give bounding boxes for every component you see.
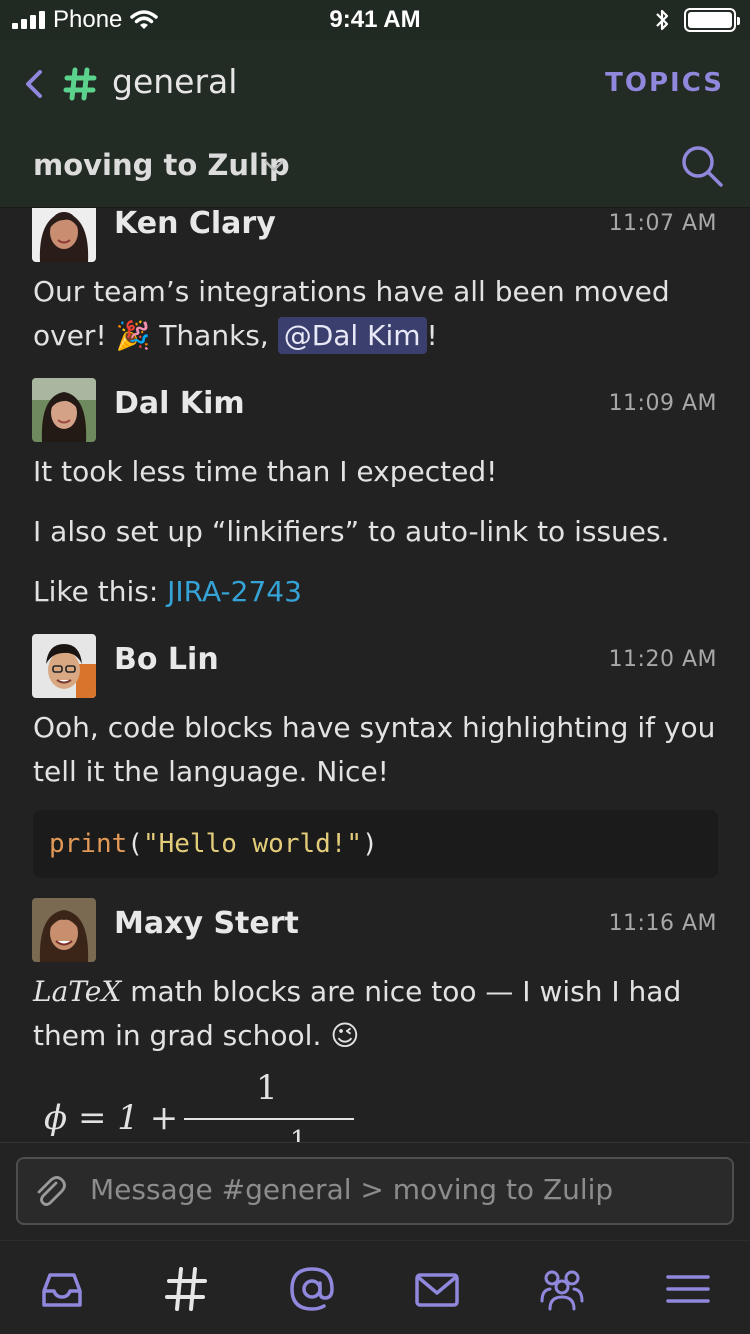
message-text: Ooh, code blocks have syntax highlightin… — [33, 711, 716, 788]
math-denominator: 1 — [290, 1126, 307, 1142]
message-time: 11:07 AM — [608, 211, 717, 236]
compose-input[interactable]: Message #general > moving to Zulip — [90, 1173, 613, 1206]
inbox-icon[interactable] — [36, 1263, 88, 1315]
message-text-segment: math blocks are nice too — I wish I had … — [33, 975, 682, 1052]
avatar[interactable] — [32, 898, 96, 962]
sender-name[interactable]: Maxy Stert — [114, 906, 299, 941]
latex-word: LaTeX — [33, 975, 122, 1008]
math-numerator: 1 — [256, 1068, 278, 1108]
chevron-down-icon[interactable] — [262, 154, 286, 178]
message-time: 11:20 AM — [608, 647, 717, 672]
battery-icon — [684, 8, 740, 32]
channel-hash-icon — [63, 67, 97, 101]
channel-row: general TOPICS — [0, 58, 750, 108]
message-text: LaTeX math blocks are nice too — I wish … — [33, 970, 723, 1058]
status-bar: Phone 9:41 AM — [0, 0, 750, 40]
compose-area: Message #general > moving to Zulip — [0, 1142, 750, 1240]
message-time: 11:09 AM — [608, 391, 717, 416]
code-block: print("Hello world!") — [33, 810, 718, 878]
message-text-segment: Like this: — [33, 575, 168, 608]
message-text: I also set up “linkifiers” to auto-link … — [33, 515, 670, 548]
message-text-segment: ! — [426, 319, 438, 352]
sender-name[interactable]: Bo Lin — [114, 642, 219, 677]
navigation-header: general TOPICS moving to Zulip — [0, 40, 750, 208]
code-punctuation: ( — [127, 829, 143, 859]
menu-icon[interactable] — [662, 1263, 714, 1315]
message-header: Dal Kim 11:09 AM — [32, 378, 722, 444]
tab-bar — [0, 1240, 750, 1334]
direct-messages-icon[interactable] — [411, 1263, 463, 1315]
fraction-bar — [184, 1118, 354, 1120]
message-header: Bo Lin 11:20 AM — [32, 634, 722, 700]
code-function: print — [49, 829, 128, 859]
code-punctuation: ) — [362, 829, 378, 859]
math-block: ϕ = 1 + 1 1 — [44, 1068, 384, 1142]
bluetooth-icon — [656, 9, 669, 31]
avatar[interactable] — [32, 208, 96, 262]
math-lhs: ϕ = 1 + — [44, 1098, 179, 1138]
paperclip-icon[interactable] — [32, 1173, 68, 1209]
message-text: Like this: JIRA-2743 — [33, 570, 723, 614]
message-text: Our team’s integrations have all been mo… — [33, 270, 723, 358]
channels-icon[interactable] — [161, 1263, 213, 1315]
issue-link[interactable]: JIRA-2743 — [167, 575, 302, 608]
topic-name[interactable]: moving to Zulip — [33, 148, 290, 182]
status-right — [654, 8, 740, 32]
message-list[interactable]: Ken Clary 11:07 AM Our team’s integratio… — [0, 208, 750, 1142]
compose-box[interactable]: Message #general > moving to Zulip — [16, 1157, 734, 1225]
avatar[interactable] — [32, 378, 96, 442]
message-text: It took less time than I expected! — [33, 455, 498, 488]
channel-name[interactable]: general — [112, 62, 237, 101]
users-icon[interactable] — [536, 1263, 588, 1315]
search-icon[interactable] — [680, 144, 724, 188]
sender-name[interactable]: Dal Kim — [114, 386, 245, 421]
message-header: Ken Clary 11:07 AM — [32, 208, 722, 264]
avatar[interactable] — [32, 634, 96, 698]
sender-name[interactable]: Ken Clary — [114, 208, 276, 241]
topic-row: moving to Zulip — [0, 140, 750, 196]
message-header: Maxy Stert 11:16 AM — [32, 898, 722, 964]
topics-button[interactable]: TOPICS — [605, 68, 724, 98]
mentions-icon[interactable] — [286, 1263, 338, 1315]
status-time: 9:41 AM — [329, 6, 421, 33]
message-time: 11:16 AM — [608, 911, 717, 936]
user-mention[interactable]: @Dal Kim — [277, 317, 427, 354]
back-chevron-icon[interactable] — [20, 64, 50, 104]
code-string: "Hello world!" — [142, 829, 363, 859]
